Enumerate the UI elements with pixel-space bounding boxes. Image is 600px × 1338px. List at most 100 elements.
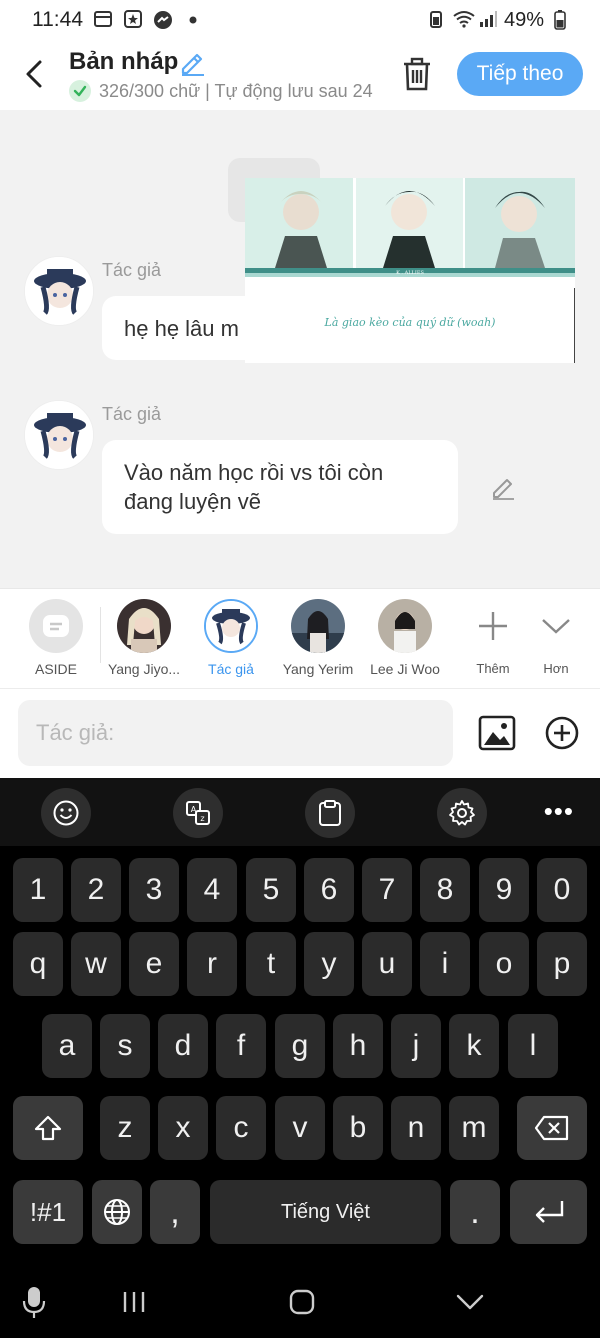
key-g[interactable]: g [275,1014,325,1078]
key-d[interactable]: d [158,1014,208,1078]
key-z[interactable]: z [100,1096,150,1160]
key-r[interactable]: r [187,932,237,996]
recent-apps-button[interactable] [118,1282,150,1322]
star-badge-icon [123,10,143,30]
chat-area[interactable]: Tác giả hẹ hẹ lâu m K . ALLIES Là giao k… [0,110,600,588]
key-o[interactable]: o [479,932,529,996]
key-7[interactable]: 7 [362,858,412,922]
key-b[interactable]: b [333,1096,383,1160]
key-m[interactable]: m [449,1096,499,1160]
battery-icon [550,10,570,30]
key-c[interactable]: c [216,1096,266,1160]
character-aside[interactable]: ASIDE [11,599,101,677]
artwork-thumbnail: K . ALLIES [245,178,575,288]
edit-message-icon[interactable] [490,474,516,500]
header: Bản nháp 326/300 chữ | Tự động lưu sau 2… [0,40,600,110]
key-t[interactable]: t [246,932,296,996]
key-0[interactable]: 0 [537,858,587,922]
key-n[interactable]: n [391,1096,441,1160]
edit-title-icon[interactable] [178,48,206,76]
message-bubble[interactable]: Vào năm học rồi vs tôi còn đang luyện vẽ [102,440,458,534]
key-j[interactable]: j [391,1014,441,1078]
author-name: Tác giả [102,404,162,424]
delete-button[interactable] [400,56,434,92]
character-label: Yang Yerim [282,661,354,677]
key-s[interactable]: s [100,1014,150,1078]
avatar [378,599,432,653]
key-6[interactable]: 6 [304,858,354,922]
emoji-button[interactable] [41,788,91,838]
key-3[interactable]: 3 [129,858,179,922]
enter-key[interactable] [510,1180,587,1244]
svg-text:A: A [191,805,197,814]
language-key[interactable] [92,1180,142,1244]
character-label: Tác giả [208,661,254,677]
status-time: 11:44 [32,8,83,31]
symbols-key[interactable]: !#1 [13,1180,83,1244]
microphone-button[interactable] [16,1282,52,1322]
image-caption: Là giao kèo của quý dữ (woah) [324,316,496,329]
backspace-key[interactable] [517,1096,587,1160]
plus-circle-icon [545,716,579,750]
key-i[interactable]: i [420,932,470,996]
translate-icon: Az [186,801,210,825]
shift-key[interactable] [13,1096,83,1160]
back-button[interactable] [18,54,50,94]
home-button[interactable] [286,1282,318,1322]
settings-button[interactable] [437,788,487,838]
translate-button[interactable]: Az [173,788,223,838]
period-key[interactable]: . [450,1180,500,1244]
key-f[interactable]: f [216,1014,266,1078]
battery-saver-icon [426,10,446,30]
hide-keyboard-button[interactable] [452,1282,488,1322]
key-p[interactable]: p [537,932,587,996]
shift-icon [34,1115,62,1141]
key-l[interactable]: l [508,1014,558,1078]
overlay-image[interactable]: K . ALLIES Là giao kèo của quý dữ (woah) [245,178,575,363]
key-5[interactable]: 5 [246,858,296,922]
status-bar: 11:44 49% [0,0,600,40]
key-9[interactable]: 9 [479,858,529,922]
wifi-icon [452,10,475,30]
key-e[interactable]: e [129,932,179,996]
avatar[interactable] [24,400,94,470]
character-lee-ji-woo[interactable]: Lee Ji Woo [360,599,450,677]
next-button[interactable]: Tiếp theo [457,52,583,96]
key-y[interactable]: y [304,932,354,996]
clipboard-button[interactable] [305,788,355,838]
dot-icon [183,10,203,30]
key-k[interactable]: k [449,1014,499,1078]
character-tac-gia[interactable]: Tác giả [186,599,276,677]
key-1[interactable]: 1 [13,858,63,922]
key-u[interactable]: u [362,932,412,996]
key-w[interactable]: w [71,932,121,996]
add-button[interactable] [544,715,580,751]
key-4[interactable]: 4 [187,858,237,922]
svg-text:K . ALLIES: K . ALLIES [396,270,424,276]
message-input[interactable] [18,700,453,766]
key-8[interactable]: 8 [420,858,470,922]
character-yang-yerim[interactable]: Yang Yerim [273,599,363,677]
more-options-icon[interactable]: ••• [544,796,574,827]
avatar[interactable] [24,256,94,326]
avatar [291,599,345,653]
key-a[interactable]: a [42,1014,92,1078]
image-button[interactable] [478,715,516,751]
messenger-icon [153,10,173,30]
chevron-down-icon [456,1294,484,1310]
key-v[interactable]: v [275,1096,325,1160]
key-x[interactable]: x [158,1096,208,1160]
key-q[interactable]: q [13,932,63,996]
comma-key[interactable]: , [150,1180,200,1244]
character-bar: ASIDE Yang Jiyo... Tác giả Yang Yerim Le… [0,588,600,688]
recent-apps-icon [123,1292,145,1312]
more-button[interactable]: Hơn [511,599,600,676]
clipboard-icon [319,800,341,826]
key-2[interactable]: 2 [71,858,121,922]
character-yang-jiyo[interactable]: Yang Jiyo... [99,599,189,677]
battery-percent: 49% [503,8,544,31]
backspace-icon [534,1115,569,1141]
chevron-left-icon [26,60,42,88]
space-key[interactable]: Tiếng Việt [210,1180,441,1244]
key-h[interactable]: h [333,1014,383,1078]
